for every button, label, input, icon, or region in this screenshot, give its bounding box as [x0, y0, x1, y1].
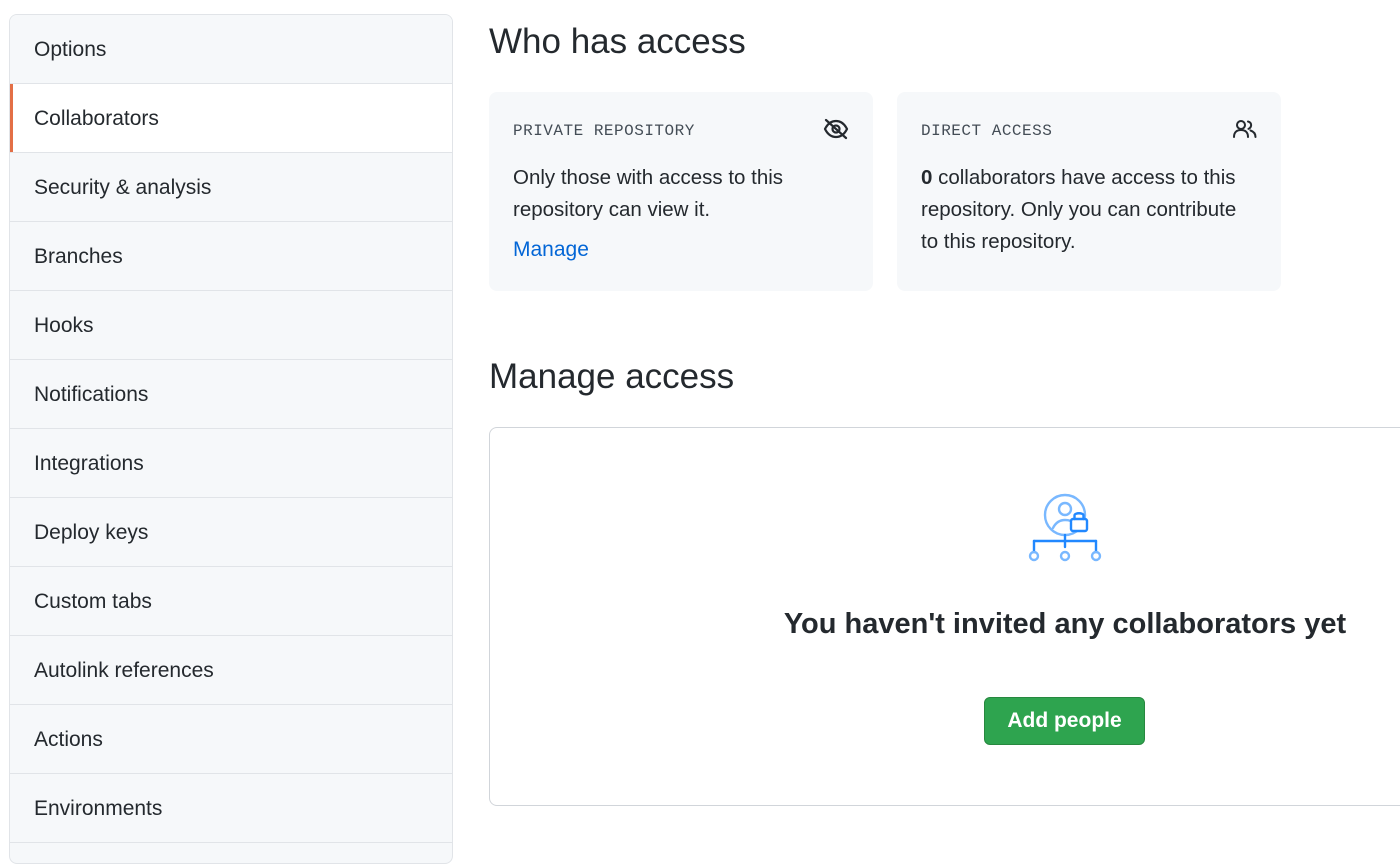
sidebar-item-autolink-references[interactable]: Autolink references: [10, 636, 452, 705]
private-repository-card: PRIVATE REPOSITORY Only those with acces…: [489, 92, 873, 291]
collaborator-count: 0: [921, 166, 933, 189]
settings-sidebar: Options Collaborators Security & analysi…: [9, 14, 453, 864]
direct-access-description: 0 collaborators have access to this repo…: [921, 162, 1257, 258]
direct-access-text: collaborators have access to this reposi…: [921, 166, 1237, 253]
sidebar-item-integrations[interactable]: Integrations: [10, 429, 452, 498]
sidebar-item-notifications[interactable]: Notifications: [10, 360, 452, 429]
private-repository-label: PRIVATE REPOSITORY: [513, 122, 695, 140]
sidebar-item-security-analysis[interactable]: Security & analysis: [10, 153, 452, 222]
sidebar-item-collaborators[interactable]: Collaborators: [10, 84, 452, 153]
private-repository-description: Only those with access to this repositor…: [513, 166, 784, 221]
eye-closed-icon: [823, 118, 849, 145]
direct-access-label: DIRECT ACCESS: [921, 122, 1053, 140]
sidebar-item-options[interactable]: Options: [10, 15, 452, 84]
who-has-access-heading: Who has access: [489, 22, 746, 61]
manage-visibility-link[interactable]: Manage: [513, 238, 589, 262]
empty-state-title: You haven't invited any collaborators ye…: [783, 608, 1347, 640]
person-lock-network-icon: [1026, 492, 1106, 577]
sidebar-item-custom-tabs[interactable]: Custom tabs: [10, 567, 452, 636]
sidebar-item-actions[interactable]: Actions: [10, 705, 452, 774]
manage-access-heading: Manage access: [489, 357, 735, 396]
sidebar-item-deploy-keys[interactable]: Deploy keys: [10, 498, 452, 567]
sidebar-item-branches[interactable]: Branches: [10, 222, 452, 291]
add-people-button[interactable]: Add people: [984, 697, 1145, 745]
manage-access-panel: You haven't invited any collaborators ye…: [489, 427, 1400, 806]
sidebar-item-hooks[interactable]: Hooks: [10, 291, 452, 360]
sidebar-item-environments[interactable]: Environments: [10, 774, 452, 843]
direct-access-card: DIRECT ACCESS 0 collaborators have acces…: [897, 92, 1281, 291]
people-icon: [1233, 119, 1257, 144]
